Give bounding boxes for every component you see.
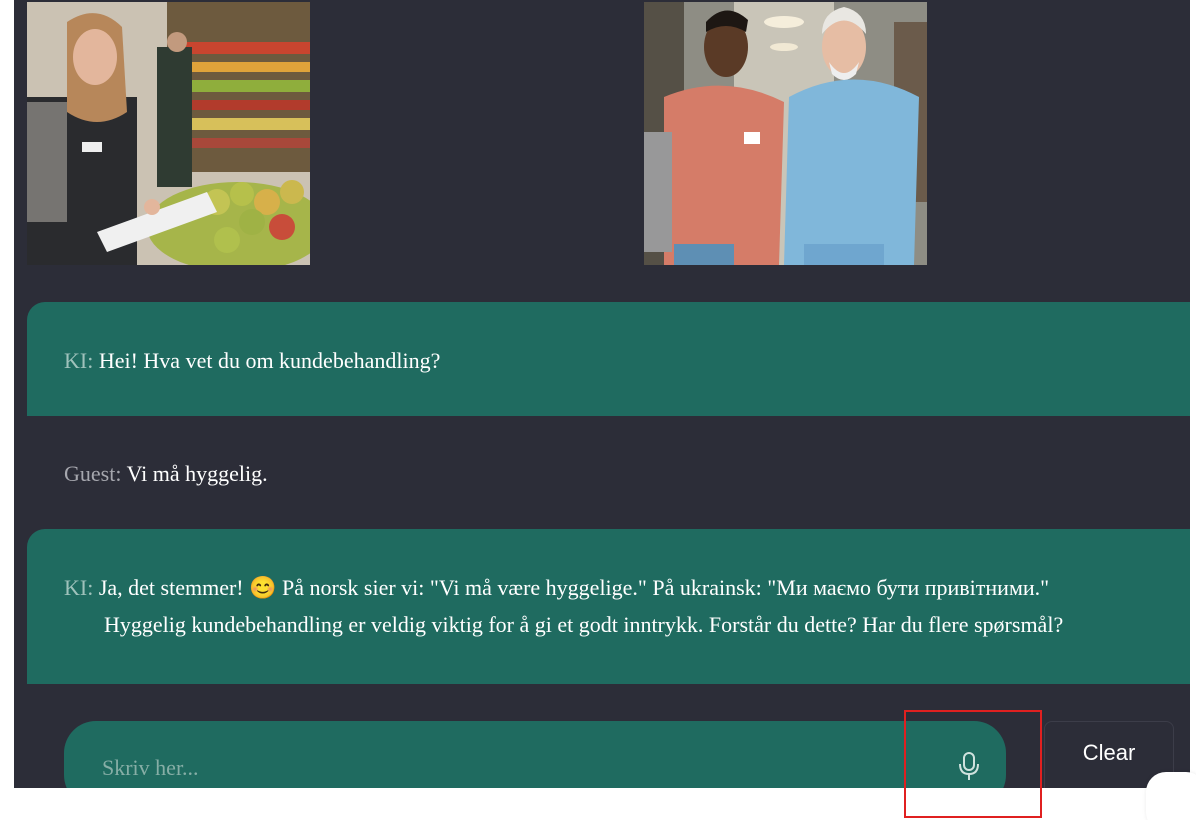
speaker-label: Guest: <box>64 461 122 486</box>
ai-message: KI: Ja, det stemmer! 😊 På norsk sier vi:… <box>27 529 1190 684</box>
message-text-line-1: Ja, det stemmer! 😊 På norsk sier vi: "Vi… <box>98 575 1050 600</box>
clear-button-label: Clear <box>1082 740 1136 765</box>
message-text-line-2: Hyggelig kundebehandling er veldig vikti… <box>104 612 1064 637</box>
grocery-worker-image <box>27 2 310 265</box>
message-input-bar <box>64 721 1006 788</box>
chat-panel: KI: Hei! Hva vet du om kundebehandling? … <box>14 0 1190 788</box>
speaker-label: KI: <box>64 348 94 373</box>
corner-widget[interactable] <box>1146 772 1196 820</box>
nurses-hallway-image <box>644 2 927 265</box>
message-text: Vi må hyggelig. <box>126 461 268 486</box>
microphone-icon[interactable] <box>957 750 981 782</box>
guest-message: Guest: Vi må hyggelig. <box>27 455 1190 495</box>
ai-message: KI: Hei! Hva vet du om kundebehandling? <box>27 302 1190 416</box>
speaker-label: KI: <box>64 575 94 600</box>
message-text: Hei! Hva vet du om kundebehandling? <box>98 348 441 373</box>
message-input[interactable] <box>100 747 884 788</box>
